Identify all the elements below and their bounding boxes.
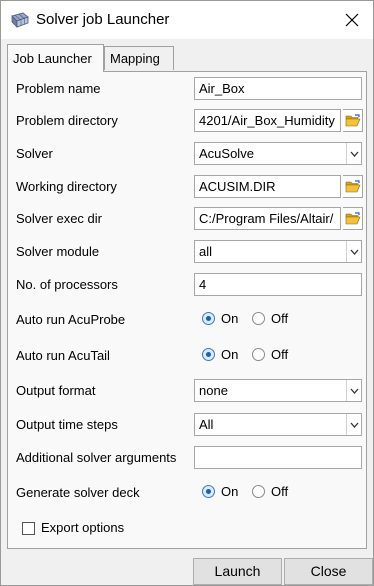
acutail-on-label: On <box>221 347 239 362</box>
working-directory-input[interactable]: ACUSIM.DIR <box>194 175 341 198</box>
acuprobe-on-label: On <box>221 311 239 326</box>
problem-directory-label: Problem directory <box>16 113 118 128</box>
solver-select[interactable]: AcuSolve <box>194 142 362 165</box>
processors-label: No. of processors <box>16 277 118 292</box>
working-directory-label: Working directory <box>16 179 117 194</box>
folder-open-icon[interactable] <box>343 207 363 230</box>
auto-run-acuprobe-label: Auto run AcuProbe <box>16 312 126 327</box>
window-title: Solver job Launcher <box>36 11 170 28</box>
solver-exec-dir-input[interactable]: C:/Program Files/Altair/ <box>194 207 341 230</box>
additional-args-input[interactable] <box>194 446 362 469</box>
problem-directory-input[interactable]: 4201/Air_Box_Humidity <box>194 109 341 132</box>
solver-exec-dir-row: Solver exec dir C:/Program Files/Altair/ <box>8 207 366 231</box>
deck-on-label: On <box>221 484 239 499</box>
problem-name-input[interactable]: Air_Box <box>194 77 362 100</box>
radio-selected-icon[interactable] <box>202 485 215 498</box>
output-format-row: Output format none <box>8 379 366 403</box>
auto-run-acutail-row: Auto run AcuTail On Off <box>8 344 366 368</box>
solver-module-select[interactable]: all <box>194 240 362 263</box>
working-directory-row: Working directory ACUSIM.DIR <box>8 175 366 199</box>
solver-module-select-value: all <box>199 244 213 259</box>
chevron-down-icon[interactable] <box>346 380 361 401</box>
acutail-off-label: Off <box>271 347 289 362</box>
chevron-down-icon[interactable] <box>346 143 361 164</box>
solver-select-value: AcuSolve <box>199 146 254 161</box>
solver-row: Solver AcuSolve <box>8 142 366 166</box>
processors-input[interactable]: 4 <box>194 273 362 296</box>
generate-solver-deck-label: Generate solver deck <box>16 485 140 500</box>
auto-run-acuprobe-row: Auto run AcuProbe On Off <box>8 308 366 332</box>
radio-selected-icon[interactable] <box>202 348 215 361</box>
solver-module-label: Solver module <box>16 244 100 259</box>
export-options-row[interactable]: Export options <box>8 516 366 540</box>
output-time-steps-select-value: All <box>199 417 214 432</box>
output-format-label: Output format <box>16 383 96 398</box>
output-time-steps-select[interactable]: All <box>194 413 362 436</box>
radio-selected-icon[interactable] <box>202 312 215 325</box>
acuprobe-off-label: Off <box>271 311 289 326</box>
solver-label: Solver <box>16 146 53 161</box>
export-options-checkbox[interactable] <box>22 522 35 535</box>
problem-name-label: Problem name <box>16 81 101 96</box>
tab-job-launcher[interactable]: Job Launcher <box>7 44 104 72</box>
title-bar: Solver job Launcher <box>1 1 373 39</box>
output-time-steps-label: Output time steps <box>16 417 118 432</box>
chevron-down-icon[interactable] <box>346 241 361 262</box>
additional-args-label: Additional solver arguments <box>16 450 177 465</box>
close-button[interactable]: Close <box>284 558 373 585</box>
folder-open-icon[interactable] <box>343 109 363 132</box>
output-format-select-value: none <box>199 383 228 398</box>
radio-unselected-icon[interactable] <box>252 485 265 498</box>
problem-directory-row: Problem directory 4201/Air_Box_Humidity <box>8 109 366 133</box>
solver-job-launcher-window: Solver job Launcher Job Launcher Mapping… <box>0 0 374 586</box>
generate-solver-deck-row: Generate solver deck On Off <box>8 481 366 505</box>
grid-app-icon <box>11 12 29 28</box>
output-time-steps-row: Output time steps All <box>8 413 366 437</box>
folder-open-icon[interactable] <box>343 175 363 198</box>
auto-run-acutail-label: Auto run AcuTail <box>16 348 110 363</box>
close-icon[interactable] <box>334 5 370 35</box>
problem-name-row: Problem name Air_Box <box>8 77 366 101</box>
job-launcher-panel: Problem name Air_Box Problem directory 4… <box>7 71 367 549</box>
chevron-down-icon[interactable] <box>346 414 361 435</box>
solver-exec-dir-label: Solver exec dir <box>16 211 102 226</box>
deck-off-label: Off <box>271 484 289 499</box>
additional-args-row: Additional solver arguments <box>8 446 366 470</box>
radio-unselected-icon[interactable] <box>252 312 265 325</box>
tab-mapping[interactable]: Mapping <box>104 46 174 70</box>
processors-row: No. of processors 4 <box>8 273 366 297</box>
radio-unselected-icon[interactable] <box>252 348 265 361</box>
output-format-select[interactable]: none <box>194 379 362 402</box>
solver-module-row: Solver module all <box>8 240 366 264</box>
export-options-label: Export options <box>41 520 125 535</box>
launch-button[interactable]: Launch <box>193 558 282 585</box>
